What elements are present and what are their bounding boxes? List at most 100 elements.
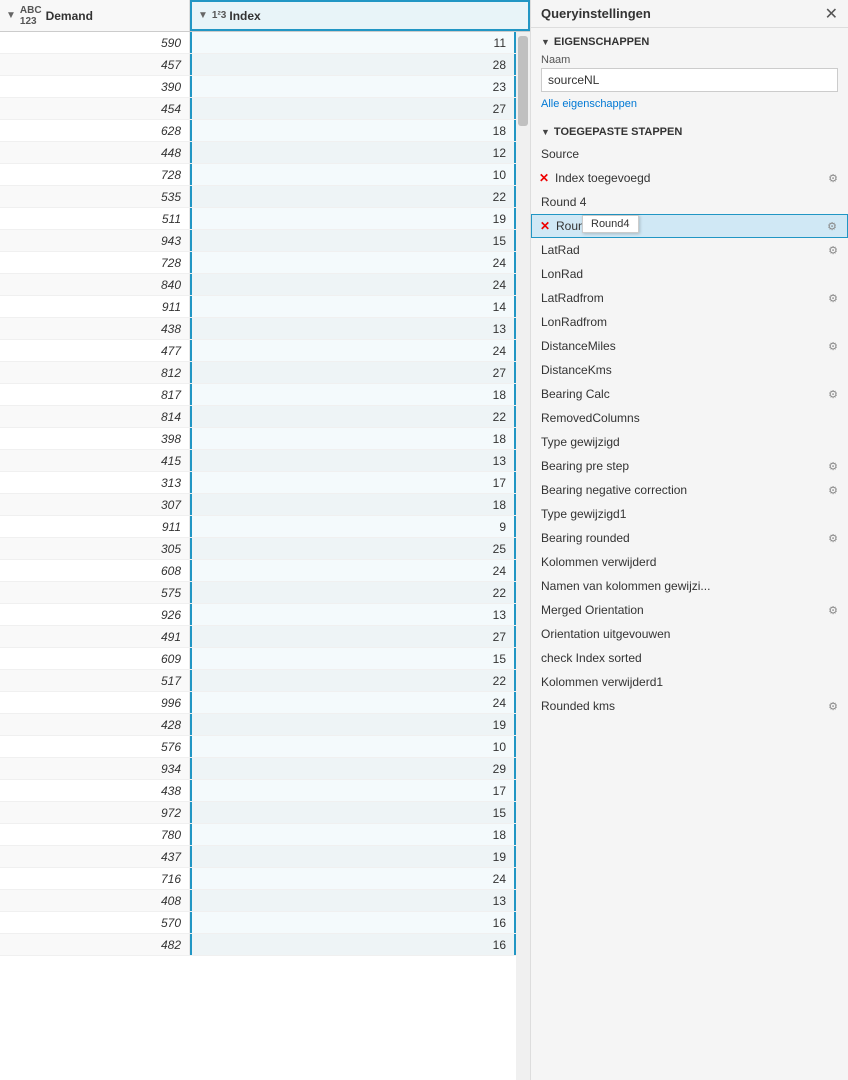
table-row[interactable]: 609 15: [0, 648, 516, 670]
table-row[interactable]: 590 11: [0, 32, 516, 54]
index-filter-icon[interactable]: ▼: [198, 10, 208, 21]
step-gear-icon[interactable]: ⚙: [828, 604, 838, 617]
demand-filter-icon[interactable]: ▼: [6, 10, 16, 21]
table-row[interactable]: 454 27: [0, 98, 516, 120]
index-cell: 28: [190, 54, 516, 75]
step-gear-icon[interactable]: ⚙: [828, 700, 838, 713]
step-delete-icon[interactable]: ✕: [539, 171, 549, 185]
table-row[interactable]: 934 29: [0, 758, 516, 780]
table-row[interactable]: 535 22: [0, 186, 516, 208]
step-gear-icon[interactable]: ⚙: [828, 532, 838, 545]
step-label: Orientation uitgevouwen: [541, 627, 670, 641]
table-row[interactable]: 728 10: [0, 164, 516, 186]
table-row[interactable]: 817 18: [0, 384, 516, 406]
scrollbar-thumb[interactable]: [518, 36, 528, 126]
table-row[interactable]: 926 13: [0, 604, 516, 626]
table-row[interactable]: 408 13: [0, 890, 516, 912]
step-item-kolommen-verwijderd[interactable]: Kolommen verwijderd: [531, 550, 848, 574]
table-row[interactable]: 570 16: [0, 912, 516, 934]
step-label: LatRad: [541, 243, 580, 257]
step-gear-icon[interactable]: ⚙: [827, 220, 837, 233]
step-item-latradfrom[interactable]: LatRadfrom⚙: [531, 286, 848, 310]
step-item-bearing-pre-step[interactable]: Bearing pre step⚙: [531, 454, 848, 478]
table-row[interactable]: 482 16: [0, 934, 516, 956]
table-row[interactable]: 575 22: [0, 582, 516, 604]
index-column-header[interactable]: ▼ 1²3 Index: [190, 0, 530, 31]
table-row[interactable]: 448 12: [0, 142, 516, 164]
step-gear-icon[interactable]: ⚙: [828, 172, 838, 185]
table-row[interactable]: 437 19: [0, 846, 516, 868]
table-row[interactable]: 628 18: [0, 120, 516, 142]
table-row[interactable]: 428 19: [0, 714, 516, 736]
step-item-distancekms[interactable]: DistanceKms: [531, 358, 848, 382]
index-type-icon: 1²3: [212, 10, 226, 21]
demand-cell: 477: [0, 340, 190, 361]
step-gear-icon[interactable]: ⚙: [828, 460, 838, 473]
step-item-check-index-sorted[interactable]: check Index sorted: [531, 646, 848, 670]
demand-cell: 511: [0, 208, 190, 229]
table-row[interactable]: 457 28: [0, 54, 516, 76]
table-row[interactable]: 438 13: [0, 318, 516, 340]
step-gear-icon[interactable]: ⚙: [828, 244, 838, 257]
step-item-bearing-negative-correction[interactable]: Bearing negative correction⚙: [531, 478, 848, 502]
table-row[interactable]: 943 15: [0, 230, 516, 252]
table-row[interactable]: 728 24: [0, 252, 516, 274]
step-gear-icon[interactable]: ⚙: [828, 388, 838, 401]
step-item-lonradfrom[interactable]: LonRadfrom: [531, 310, 848, 334]
index-cell: 24: [190, 252, 516, 273]
step-item-kolommen-verwijderd1[interactable]: Kolommen verwijderd1: [531, 670, 848, 694]
table-row[interactable]: 716 24: [0, 868, 516, 890]
step-item-type-gewijzigd1[interactable]: Type gewijzigd1: [531, 502, 848, 526]
step-item-merged-orientation[interactable]: Merged Orientation⚙: [531, 598, 848, 622]
table-row[interactable]: 972 15: [0, 802, 516, 824]
demand-col-label: Demand: [46, 9, 93, 23]
step-delete-icon[interactable]: ✕: [540, 219, 550, 233]
naam-input[interactable]: [541, 68, 838, 92]
demand-column-header[interactable]: ▼ ABC123 Demand: [0, 0, 190, 31]
alle-eigenschappen-link[interactable]: Alle eigenschappen: [531, 96, 848, 118]
step-gear-icon[interactable]: ⚙: [828, 484, 838, 497]
step-item-round4[interactable]: ✕Round4⚙Round4: [531, 214, 848, 238]
table-row[interactable]: 608 24: [0, 560, 516, 582]
step-item-namen-van-kolommen-gewijzi...[interactable]: Namen van kolommen gewijzi...: [531, 574, 848, 598]
table-row[interactable]: 390 23: [0, 76, 516, 98]
table-row[interactable]: 305 25: [0, 538, 516, 560]
step-item-rounded-kms[interactable]: Rounded kms⚙: [531, 694, 848, 718]
table-row[interactable]: 996 24: [0, 692, 516, 714]
table-row[interactable]: 415 13: [0, 450, 516, 472]
step-gear-icon[interactable]: ⚙: [828, 340, 838, 353]
table-row[interactable]: 812 27: [0, 362, 516, 384]
vertical-scrollbar[interactable]: [516, 32, 530, 1080]
step-item-orientation-uitgevouwen[interactable]: Orientation uitgevouwen: [531, 622, 848, 646]
table-row[interactable]: 313 17: [0, 472, 516, 494]
table-row[interactable]: 438 17: [0, 780, 516, 802]
step-item-latrad[interactable]: LatRad ⚙: [531, 238, 848, 262]
table-row[interactable]: 576 10: [0, 736, 516, 758]
table-row[interactable]: 491 27: [0, 626, 516, 648]
table-row[interactable]: 307 18: [0, 494, 516, 516]
step-item-removedcolumns[interactable]: RemovedColumns: [531, 406, 848, 430]
step-item-index-toegevoegd[interactable]: ✕Index toegevoegd⚙: [531, 166, 848, 190]
demand-cell: 408: [0, 890, 190, 911]
step-item-source[interactable]: Source: [531, 142, 848, 166]
step-item-round-4[interactable]: Round 4: [531, 190, 848, 214]
demand-cell: 448: [0, 142, 190, 163]
table-row[interactable]: 911 9: [0, 516, 516, 538]
table-row[interactable]: 780 18: [0, 824, 516, 846]
step-item-bearing-rounded[interactable]: Bearing rounded⚙: [531, 526, 848, 550]
step-item-lonrad[interactable]: LonRad: [531, 262, 848, 286]
demand-cell: 911: [0, 296, 190, 317]
table-row[interactable]: 814 22: [0, 406, 516, 428]
table-row[interactable]: 517 22: [0, 670, 516, 692]
close-button[interactable]: ✕: [825, 4, 838, 24]
step-label: check Index sorted: [541, 651, 642, 665]
table-row[interactable]: 511 19: [0, 208, 516, 230]
table-row[interactable]: 477 24: [0, 340, 516, 362]
step-item-distancemiles[interactable]: DistanceMiles⚙: [531, 334, 848, 358]
table-row[interactable]: 911 14: [0, 296, 516, 318]
table-row[interactable]: 398 18: [0, 428, 516, 450]
step-gear-icon[interactable]: ⚙: [828, 292, 838, 305]
step-item-type-gewijzigd[interactable]: Type gewijzigd: [531, 430, 848, 454]
table-row[interactable]: 840 24: [0, 274, 516, 296]
step-item-bearing-calc[interactable]: Bearing Calc⚙: [531, 382, 848, 406]
